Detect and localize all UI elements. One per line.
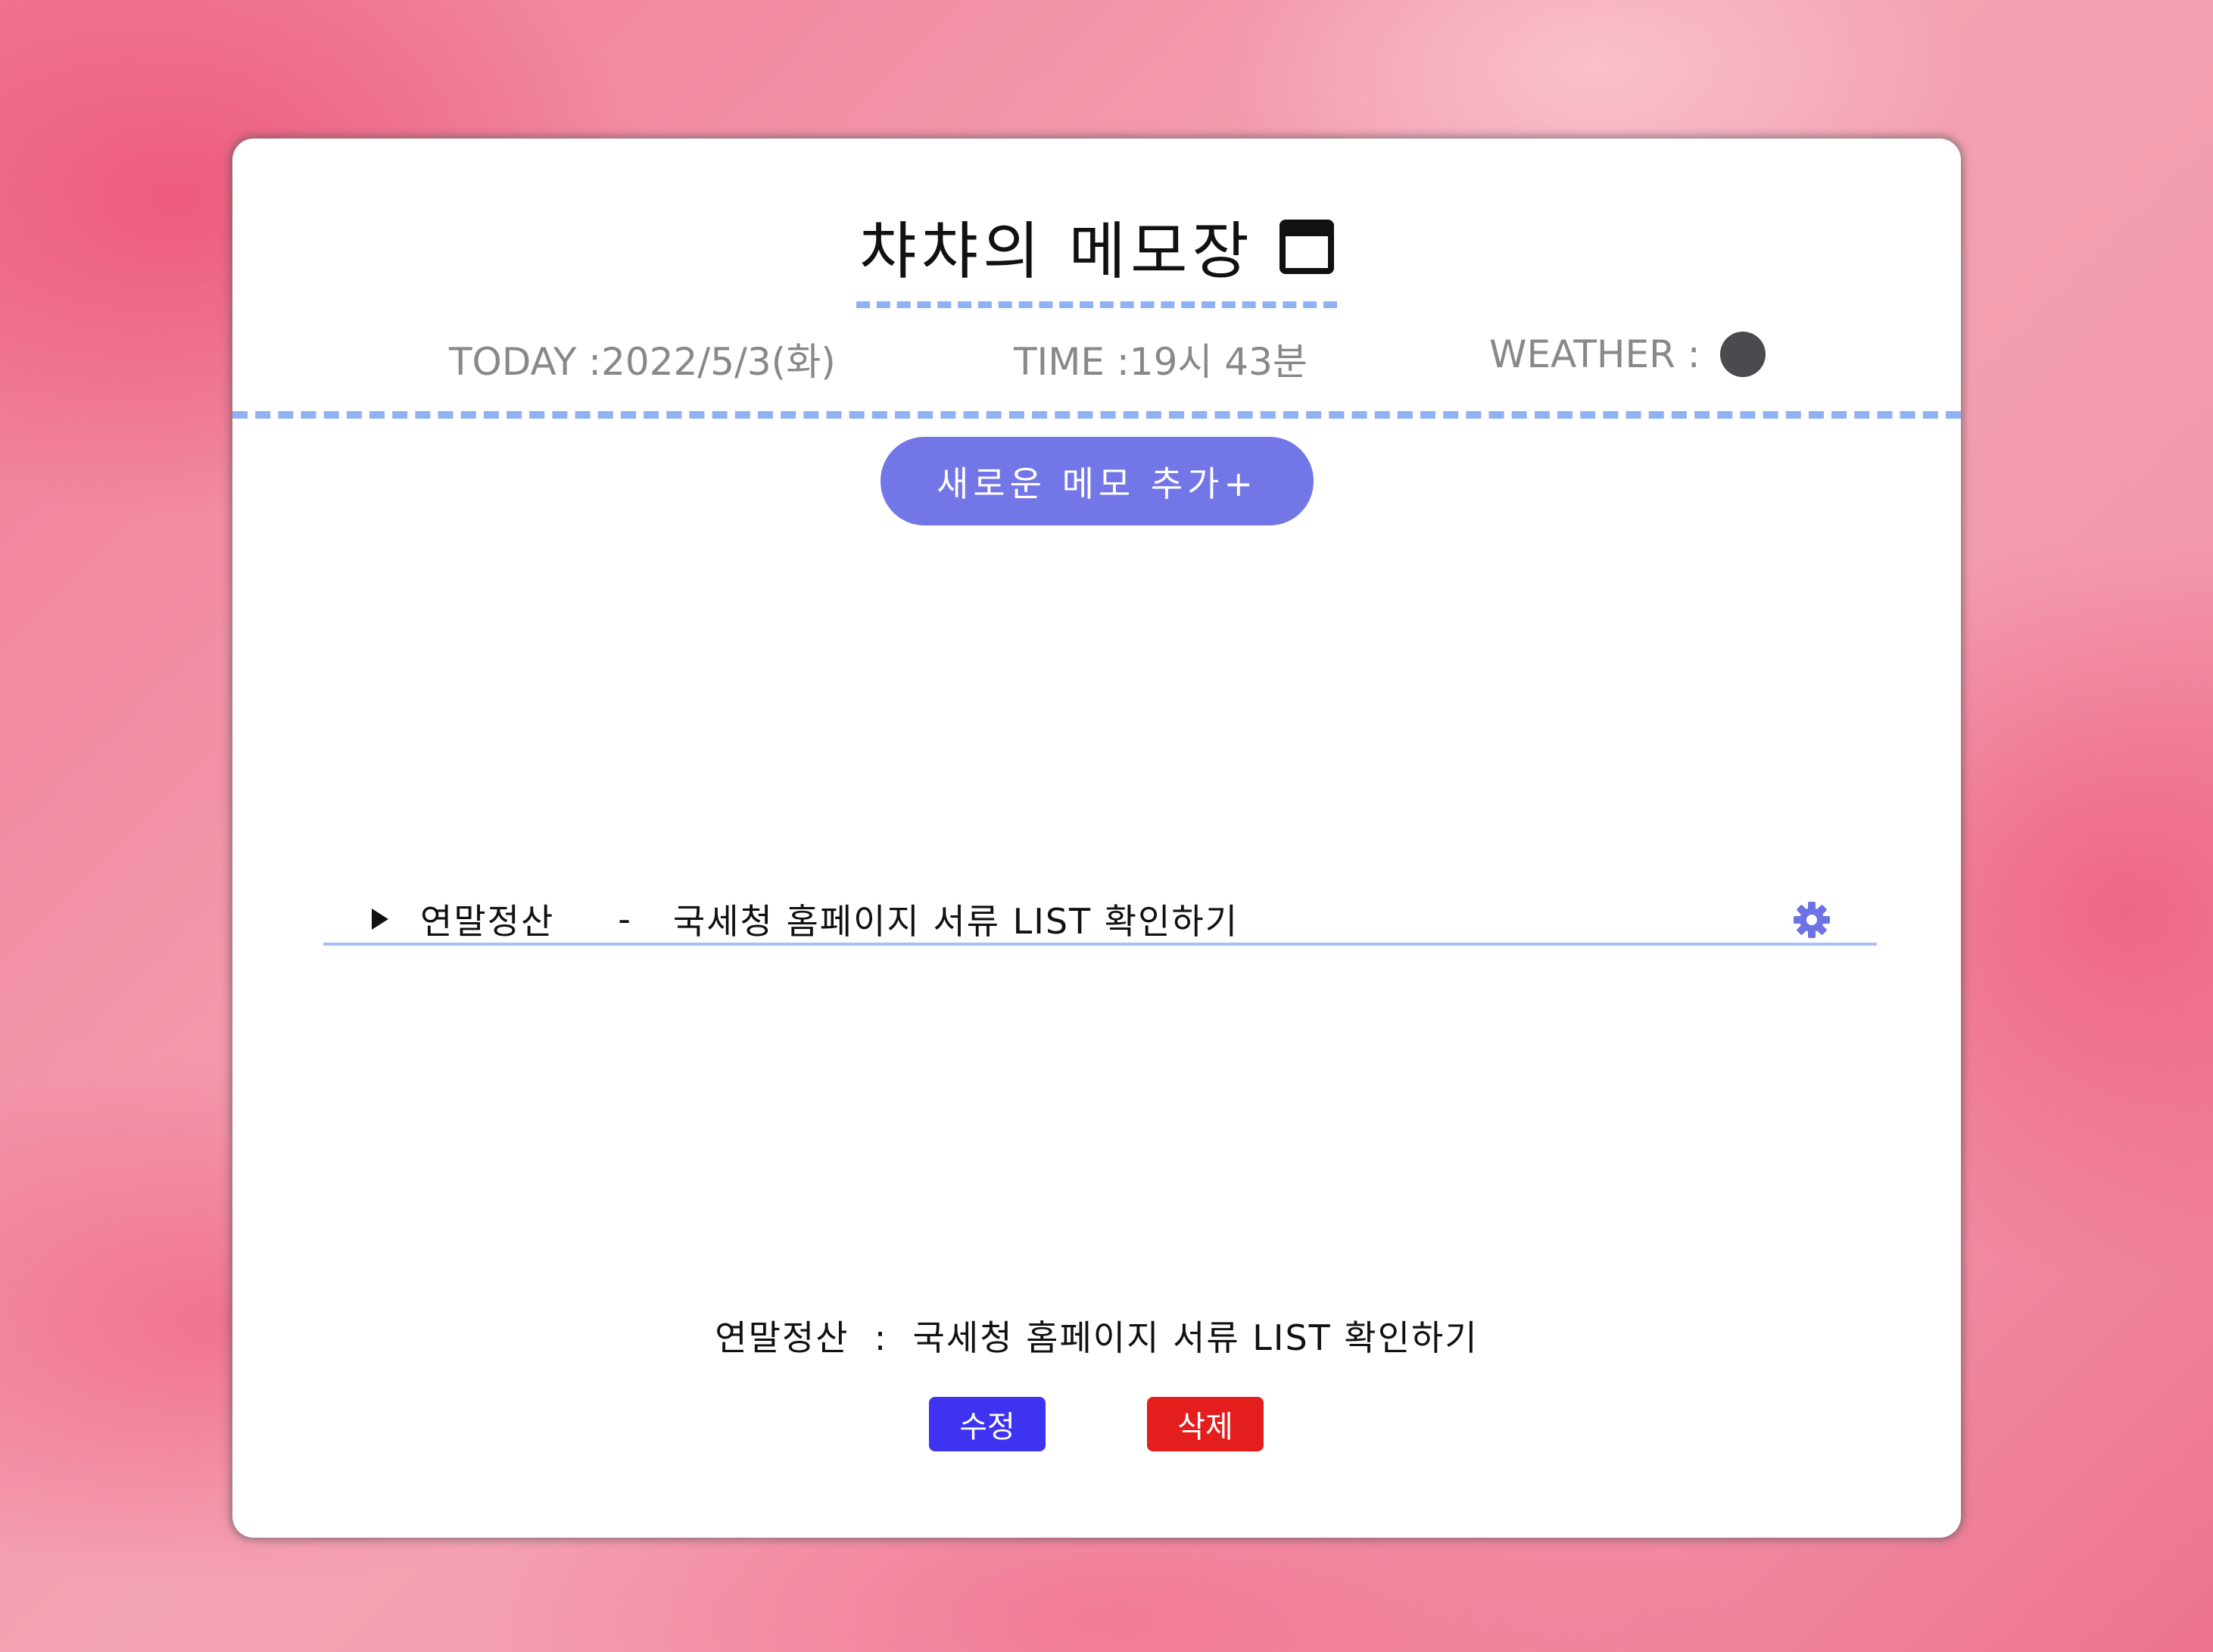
expand-arrow-icon[interactable] (372, 909, 388, 930)
info-row: TODAY :2022/5/3(화) TIME :19시 43분 WEATHER… (232, 332, 1961, 385)
calendar-icon (1279, 218, 1334, 274)
page-title: 챠챠의 메모장 (859, 216, 1254, 288)
header: 챠챠의 메모장 (232, 201, 1961, 308)
current-time: TIME :19시 43분 (1014, 340, 1308, 384)
edit-button[interactable]: 수정 (929, 1397, 1046, 1451)
today-date: TODAY :2022/5/3(화) (449, 340, 836, 384)
add-memo-button[interactable]: 새로운 메모 추가+ (881, 437, 1314, 525)
weather-label: WEATHER : (1489, 332, 1700, 376)
memo-list-item[interactable]: 연말정산 - 국세청 홈페이지 서류 LIST 확인하기 (323, 896, 1877, 946)
delete-button[interactable]: 삭제 (1147, 1397, 1264, 1451)
memo-separator: - (618, 899, 631, 940)
header-divider (232, 411, 1961, 419)
memo-title: 연말정산 (420, 901, 555, 942)
memo-detail-text: 연말정산 : 국세청 홈페이지 서류 LIST 확인하기 (715, 1317, 1479, 1358)
weather-dot-icon (1719, 332, 1766, 377)
memo-content: 국세청 홈페이지 서류 LIST 확인하기 (672, 901, 1239, 942)
weather: WEATHER : (1489, 332, 1766, 377)
gear-icon[interactable] (1792, 900, 1831, 940)
page-title-container: 챠챠의 메모장 (856, 201, 1337, 308)
memo-app-card: 챠챠의 메모장 TODAY :2022/5/3(화) TIME :19시 43분… (232, 139, 1961, 1538)
